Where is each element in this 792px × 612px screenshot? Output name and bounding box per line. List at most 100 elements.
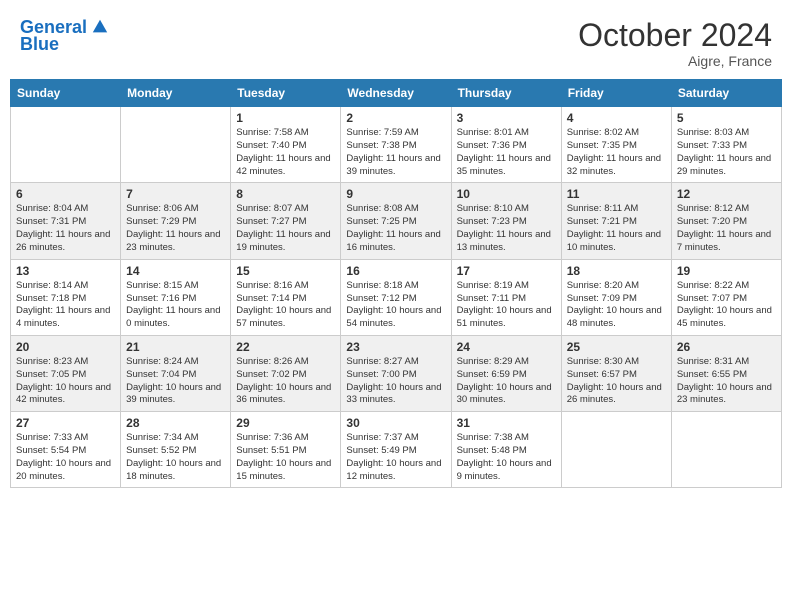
calendar-cell [121,107,231,183]
day-info: Sunrise: 8:19 AMSunset: 7:11 PMDaylight:… [457,280,556,331]
calendar-week-row: 20 Sunrise: 8:23 AMSunset: 7:05 PMDayligh… [11,335,782,411]
weekday-header: Thursday [451,80,561,107]
day-number: 11 [567,187,666,201]
day-info: Sunrise: 7:58 AMSunset: 7:40 PMDaylight:… [236,127,335,178]
day-info: Sunrise: 8:26 AMSunset: 7:02 PMDaylight:… [236,356,335,407]
day-number: 5 [677,111,776,125]
day-number: 2 [346,111,445,125]
calendar-cell [671,412,781,488]
day-number: 8 [236,187,335,201]
calendar-cell: 1 Sunrise: 7:58 AMSunset: 7:40 PMDaylight… [231,107,341,183]
day-info: Sunrise: 7:34 AMSunset: 5:52 PMDaylight:… [126,432,225,483]
day-info: Sunrise: 7:36 AMSunset: 5:51 PMDaylight:… [236,432,335,483]
calendar-cell [11,107,121,183]
weekday-header: Saturday [671,80,781,107]
day-number: 23 [346,340,445,354]
calendar-week-row: 6Sunrise: 8:04 AMSunset: 7:31 PMDaylight… [11,183,782,259]
calendar-cell: 23 Sunrise: 8:27 AMSunset: 7:00 PMDayligh… [341,335,451,411]
month-title: October 2024 [578,18,772,53]
day-info: Sunrise: 8:15 AMSunset: 7:16 PMDaylight:… [126,280,225,331]
calendar-cell: 8 Sunrise: 8:07 AMSunset: 7:27 PMDaylight… [231,183,341,259]
calendar-cell [561,412,671,488]
day-number: 18 [567,264,666,278]
day-number: 25 [567,340,666,354]
day-info: Sunrise: 7:37 AMSunset: 5:49 PMDaylight:… [346,432,445,483]
day-info: Sunrise: 8:20 AMSunset: 7:09 PMDaylight:… [567,280,666,331]
day-number: 3 [457,111,556,125]
day-info: Sunrise: 8:08 AMSunset: 7:25 PMDaylight:… [346,203,445,254]
calendar-cell: 13Sunrise: 8:14 AMSunset: 7:18 PMDayligh… [11,259,121,335]
day-info: Sunrise: 8:27 AMSunset: 7:00 PMDaylight:… [346,356,445,407]
day-number: 17 [457,264,556,278]
calendar-cell: 20 Sunrise: 8:23 AMSunset: 7:05 PMDayligh… [11,335,121,411]
day-number: 14 [126,264,225,278]
calendar-cell: 5Sunrise: 8:03 AMSunset: 7:33 PMDaylight… [671,107,781,183]
weekday-header: Friday [561,80,671,107]
weekday-header: Sunday [11,80,121,107]
day-info: Sunrise: 8:29 AMSunset: 6:59 PMDaylight:… [457,356,556,407]
day-info: Sunrise: 7:33 AMSunset: 5:54 PMDaylight:… [16,432,115,483]
calendar-cell: 16 Sunrise: 8:18 AMSunset: 7:12 PMDayligh… [341,259,451,335]
day-info: Sunrise: 8:04 AMSunset: 7:31 PMDaylight:… [16,203,115,254]
day-number: 9 [346,187,445,201]
day-number: 21 [126,340,225,354]
page-header: General Blue October 2024 Aigre, France [10,10,782,75]
day-info: Sunrise: 7:59 AMSunset: 7:38 PMDaylight:… [346,127,445,178]
weekday-header: Monday [121,80,231,107]
calendar-cell: 15Sunrise: 8:16 AMSunset: 7:14 PMDayligh… [231,259,341,335]
calendar-table: SundayMondayTuesdayWednesdayThursdayFrid… [10,79,782,488]
day-number: 20 [16,340,115,354]
calendar-cell: 24Sunrise: 8:29 AMSunset: 6:59 PMDayligh… [451,335,561,411]
day-info: Sunrise: 8:02 AMSunset: 7:35 PMDaylight:… [567,127,666,178]
day-number: 28 [126,416,225,430]
day-info: Sunrise: 8:24 AMSunset: 7:04 PMDaylight:… [126,356,225,407]
day-number: 19 [677,264,776,278]
calendar-week-row: 27 Sunrise: 7:33 AMSunset: 5:54 PMDayligh… [11,412,782,488]
calendar-cell: 26 Sunrise: 8:31 AMSunset: 6:55 PMDayligh… [671,335,781,411]
calendar-cell: 29 Sunrise: 7:36 AMSunset: 5:51 PMDayligh… [231,412,341,488]
calendar-cell: 6Sunrise: 8:04 AMSunset: 7:31 PMDaylight… [11,183,121,259]
day-info: Sunrise: 8:22 AMSunset: 7:07 PMDaylight:… [677,280,776,331]
day-info: Sunrise: 8:23 AMSunset: 7:05 PMDaylight:… [16,356,115,407]
calendar-cell: 7 Sunrise: 8:06 AMSunset: 7:29 PMDaylight… [121,183,231,259]
calendar-week-row: 13Sunrise: 8:14 AMSunset: 7:18 PMDayligh… [11,259,782,335]
calendar-cell: 21 Sunrise: 8:24 AMSunset: 7:04 PMDayligh… [121,335,231,411]
calendar-cell: 11 Sunrise: 8:11 AMSunset: 7:21 PMDayligh… [561,183,671,259]
weekday-header: Tuesday [231,80,341,107]
calendar-cell: 28 Sunrise: 7:34 AMSunset: 5:52 PMDayligh… [121,412,231,488]
day-number: 15 [236,264,335,278]
day-info: Sunrise: 8:06 AMSunset: 7:29 PMDaylight:… [126,203,225,254]
day-info: Sunrise: 8:18 AMSunset: 7:12 PMDaylight:… [346,280,445,331]
calendar-cell: 10Sunrise: 8:10 AMSunset: 7:23 PMDayligh… [451,183,561,259]
calendar-cell: 9 Sunrise: 8:08 AMSunset: 7:25 PMDaylight… [341,183,451,259]
day-number: 29 [236,416,335,430]
calendar-cell: 27 Sunrise: 7:33 AMSunset: 5:54 PMDayligh… [11,412,121,488]
location: Aigre, France [578,53,772,69]
logo: General Blue [20,18,109,55]
day-number: 31 [457,416,556,430]
calendar-cell: 14 Sunrise: 8:15 AMSunset: 7:16 PMDayligh… [121,259,231,335]
day-number: 16 [346,264,445,278]
title-block: October 2024 Aigre, France [578,18,772,69]
calendar-cell: 3Sunrise: 8:01 AMSunset: 7:36 PMDaylight… [451,107,561,183]
calendar-header-row: SundayMondayTuesdayWednesdayThursdayFrid… [11,80,782,107]
day-number: 13 [16,264,115,278]
day-info: Sunrise: 8:11 AMSunset: 7:21 PMDaylight:… [567,203,666,254]
day-info: Sunrise: 8:07 AMSunset: 7:27 PMDaylight:… [236,203,335,254]
day-info: Sunrise: 8:31 AMSunset: 6:55 PMDaylight:… [677,356,776,407]
day-number: 30 [346,416,445,430]
logo-icon [91,18,109,36]
day-number: 27 [16,416,115,430]
calendar-cell: 22Sunrise: 8:26 AMSunset: 7:02 PMDayligh… [231,335,341,411]
day-number: 4 [567,111,666,125]
day-number: 7 [126,187,225,201]
calendar-cell: 2 Sunrise: 7:59 AMSunset: 7:38 PMDaylight… [341,107,451,183]
day-info: Sunrise: 8:30 AMSunset: 6:57 PMDaylight:… [567,356,666,407]
day-number: 12 [677,187,776,201]
day-number: 26 [677,340,776,354]
calendar-cell: 4 Sunrise: 8:02 AMSunset: 7:35 PMDaylight… [561,107,671,183]
calendar-week-row: 1 Sunrise: 7:58 AMSunset: 7:40 PMDaylight… [11,107,782,183]
calendar-cell: 17 Sunrise: 8:19 AMSunset: 7:11 PMDayligh… [451,259,561,335]
day-number: 1 [236,111,335,125]
calendar-cell: 31Sunrise: 7:38 AMSunset: 5:48 PMDayligh… [451,412,561,488]
